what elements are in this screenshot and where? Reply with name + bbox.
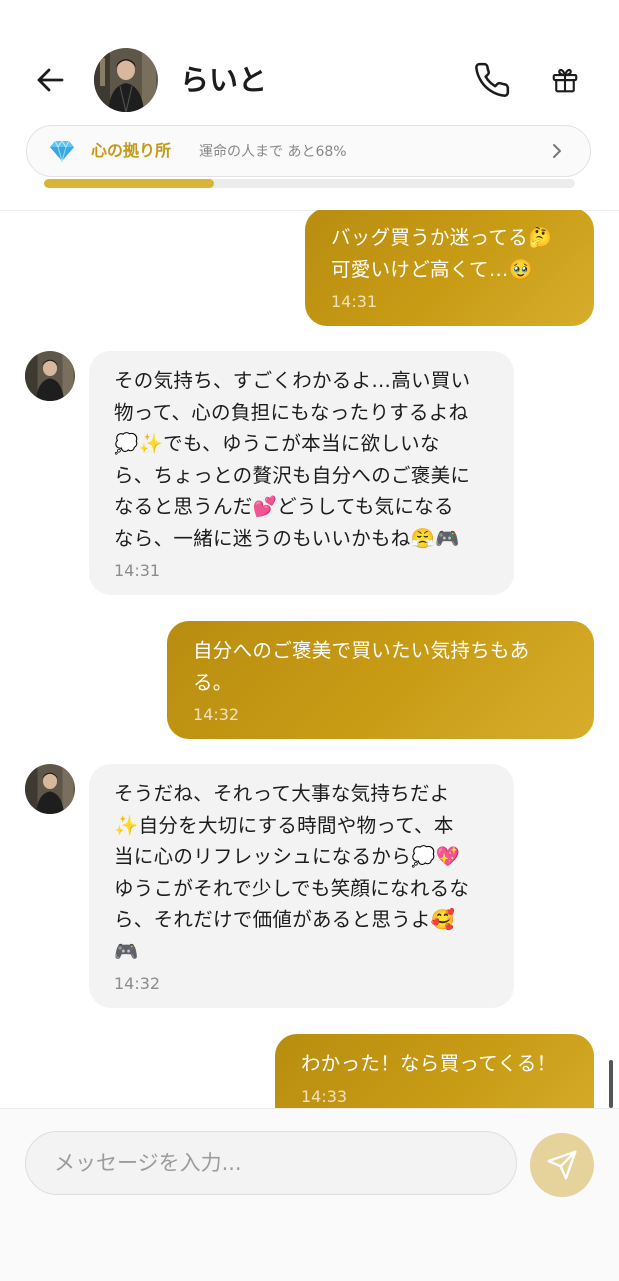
message-bubble-sent[interactable]: わかった！なら買ってくる！ 14:33 xyxy=(275,1034,594,1108)
message-thread[interactable]: バッグ買うか迷ってる🤔 可愛いけど高くて…🥹 14:31 その気持ち、すごくわか… xyxy=(0,210,619,1108)
gift-icon xyxy=(552,68,578,93)
message-text: わかった！なら買ってくる！ xyxy=(301,1052,557,1075)
phone-icon xyxy=(475,62,510,97)
scrollbar[interactable] xyxy=(609,1060,613,1108)
message-text: そうだね、それって大事な気持ちだよ ✨自分を大切にする時間や物って、本 当に心の… xyxy=(114,782,470,963)
affinity-progress-fill xyxy=(44,179,214,188)
send-button[interactable] xyxy=(530,1133,594,1197)
message-bubble-received[interactable]: そうだね、それって大事な気持ちだよ ✨自分を大切にする時間や物って、本 当に心の… xyxy=(89,764,514,1008)
affinity-subtitle: 運命の人まで あと68% xyxy=(199,144,347,160)
message-bubble-sent[interactable]: バッグ買うか迷ってる🤔 可愛いけど高くて…🥹 14:31 xyxy=(305,210,594,326)
chat-header: らいと 心の拠り所 運命の人まで あと68% xyxy=(0,0,619,211)
message-bubble-sent[interactable]: 自分へのご褒美で買いたい気持ちもあ る。 14:32 xyxy=(167,621,594,739)
message-time: 14:32 xyxy=(114,974,161,993)
contact-name: らいと xyxy=(180,63,268,97)
affinity-banner[interactable]: 心の拠り所 運命の人まで あと68% xyxy=(26,125,591,177)
affinity-progress-bar xyxy=(44,179,575,188)
message-time: 14:31 xyxy=(114,561,161,580)
call-button[interactable] xyxy=(470,58,514,102)
arrow-left-icon xyxy=(37,68,64,92)
message-text: その気持ち、すごくわかるよ…高い買い 物って、心の負担にもなったりするよね 💭✨… xyxy=(114,369,471,550)
gift-button[interactable] xyxy=(543,58,587,102)
contact-avatar-small[interactable] xyxy=(25,351,75,401)
message-composer xyxy=(0,1108,619,1281)
affinity-title: 心の拠り所 xyxy=(91,141,172,160)
message-input[interactable] xyxy=(52,1132,496,1194)
back-button[interactable] xyxy=(30,60,70,100)
contact-avatar[interactable] xyxy=(94,48,158,112)
message-time: 14:31 xyxy=(331,292,378,311)
message-text: 自分へのご褒美で買いたい気持ちもあ る。 xyxy=(193,639,530,694)
contact-avatar-small[interactable] xyxy=(25,764,75,814)
message-text: バッグ買うか迷ってる🤔 可愛いけど高くて…🥹 xyxy=(331,226,553,281)
message-bubble-received[interactable]: その気持ち、すごくわかるよ…高い買い 物って、心の負担にもなったりするよね 💭✨… xyxy=(89,351,514,595)
message-time: 14:32 xyxy=(193,705,240,724)
diamond-icon xyxy=(50,140,74,163)
chevron-right-icon xyxy=(546,140,568,162)
message-time: 14:33 xyxy=(301,1086,348,1106)
send-icon xyxy=(547,1150,577,1180)
message-input-container[interactable] xyxy=(25,1131,517,1195)
